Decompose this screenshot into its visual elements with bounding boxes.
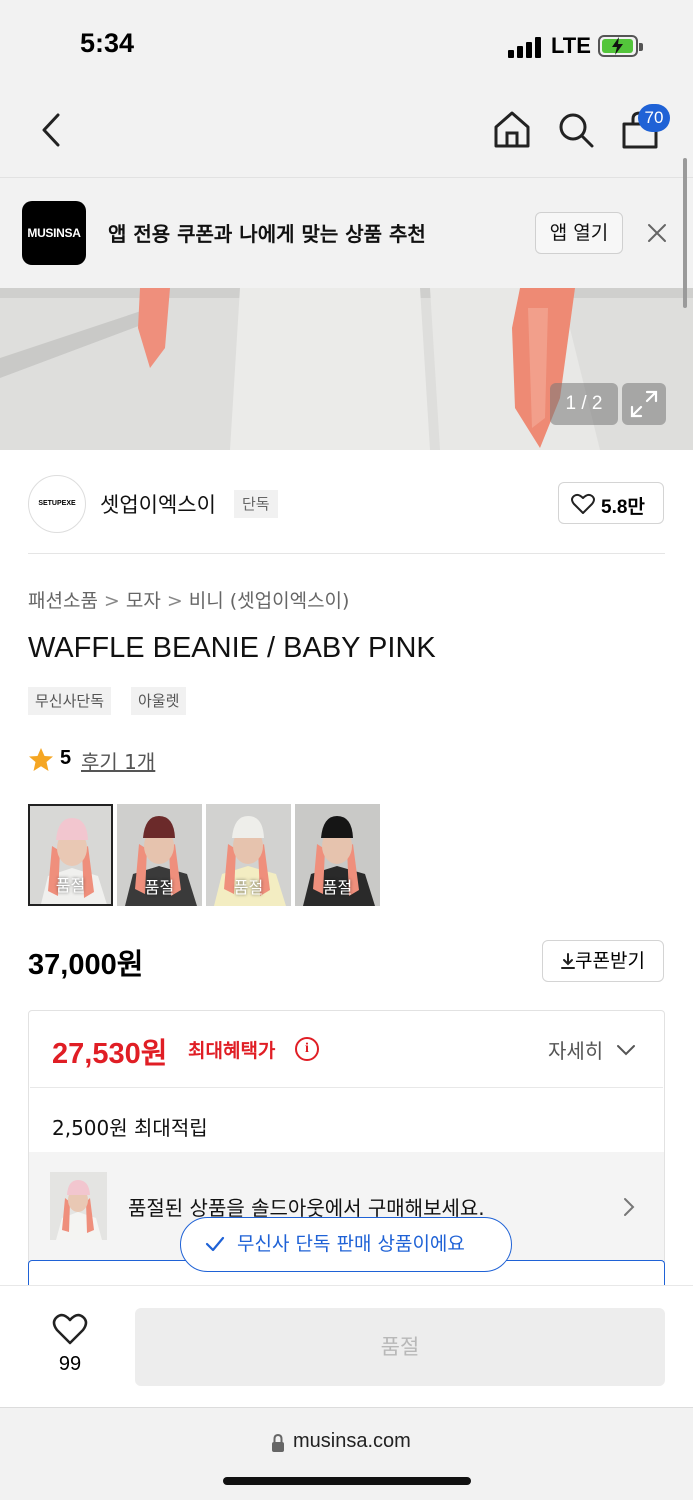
variant-thumbnail[interactable]: 품절 <box>206 804 291 906</box>
max-benefit-price: 27,530원 <box>52 1038 168 1070</box>
brand-name[interactable]: 셋업이엑스이 <box>100 489 216 519</box>
variant-thumbnail[interactable]: 품절 <box>28 804 113 906</box>
breadcrumb-item[interactable]: 패션소품 <box>28 590 98 612</box>
info-icon[interactable]: i <box>295 1037 319 1061</box>
close-icon[interactable] <box>646 222 668 244</box>
expand-icon[interactable] <box>622 383 666 425</box>
app-banner-message: 앱 전용 쿠폰과 나에게 맞는 상품 추천 <box>108 222 426 246</box>
scrollbar[interactable] <box>683 158 687 308</box>
product-title: WAFFLE BEANIE / BABY PINK <box>28 632 436 664</box>
brand-exclusive-tag: 단독 <box>234 490 278 518</box>
soldout-label: 품절 <box>233 878 264 897</box>
product-tag: 아울렛 <box>131 687 187 715</box>
exclusive-toast[interactable]: 무신사 단독 판매 상품이에요 <box>180 1217 512 1272</box>
coupon-label: 쿠폰받기 <box>575 950 645 972</box>
chevron-right-icon: > <box>166 590 183 612</box>
status-bar: 5:34 LTE <box>0 0 693 90</box>
product-price: 37,000원 <box>28 949 144 981</box>
download-icon <box>561 953 576 969</box>
product-tag: 무신사단독 <box>28 687 112 715</box>
cart-count-badge: 70 <box>638 104 670 132</box>
max-points: 2,500원 최대적립 <box>52 1116 208 1140</box>
back-arrow-icon[interactable] <box>38 112 64 148</box>
breadcrumb-item[interactable]: 모자 <box>126 590 161 612</box>
brand-like-count: 5.8만 <box>601 497 645 518</box>
url-text[interactable]: musinsa.com <box>293 1430 411 1453</box>
review-link[interactable]: 후기 1개 <box>81 746 155 775</box>
home-icon[interactable] <box>492 109 532 149</box>
check-icon <box>205 1236 225 1252</box>
musinsa-logo: MUSINSA <box>22 201 86 265</box>
variant-thumbnail[interactable]: 품절 <box>295 804 380 906</box>
lock-icon <box>272 1433 284 1452</box>
divider <box>30 1087 663 1088</box>
chevron-down-icon <box>616 1045 635 1056</box>
browser-url-bar[interactable] <box>0 1407 693 1500</box>
brand-like-button[interactable]: 5.8만 <box>558 482 664 524</box>
open-app-button[interactable]: 앱 열기 <box>535 212 623 254</box>
wish-count: 99 <box>58 1353 82 1375</box>
detail-toggle[interactable]: 자세히 <box>548 1035 636 1064</box>
chevron-right-icon: > <box>103 590 120 612</box>
max-benefit-label: 최대혜택가 <box>188 1040 276 1062</box>
star-icon <box>29 748 53 771</box>
brand-logo[interactable]: SETUPEXE <box>28 475 86 533</box>
breadcrumb: 패션소품 > 모자 > 비니 (셋업이엑스이) <box>28 586 349 613</box>
status-time: 5:34 <box>80 28 135 58</box>
product-image-carousel[interactable] <box>0 288 693 450</box>
heart-icon <box>571 493 595 514</box>
home-indicator[interactable] <box>223 1477 471 1485</box>
battery-icon <box>598 35 643 57</box>
heart-icon[interactable] <box>52 1312 88 1346</box>
chevron-right-icon <box>624 1198 635 1216</box>
breadcrumb-item[interactable]: 비니 (셋업이엑스이) <box>189 590 350 612</box>
soldout-purchase-button[interactable]: 품절 <box>135 1308 665 1386</box>
product-photo <box>0 288 693 450</box>
search-icon[interactable] <box>556 110 596 150</box>
soldout-market-thumbnail <box>50 1172 107 1240</box>
rating-score: 5 <box>60 747 72 769</box>
divider <box>28 553 665 554</box>
detail-label: 자세히 <box>548 1039 604 1063</box>
soldout-label: 품절 <box>144 878 175 897</box>
image-counter: 1 / 2 <box>550 383 618 425</box>
soldout-label: 품절 <box>55 876 86 895</box>
signal-icon <box>508 36 542 58</box>
coupon-download-button[interactable]: 쿠폰받기 <box>542 940 664 982</box>
variant-thumbnail[interactable]: 품절 <box>117 804 202 906</box>
network-type: LTE <box>551 33 591 58</box>
soldout-label: 품절 <box>322 878 353 897</box>
